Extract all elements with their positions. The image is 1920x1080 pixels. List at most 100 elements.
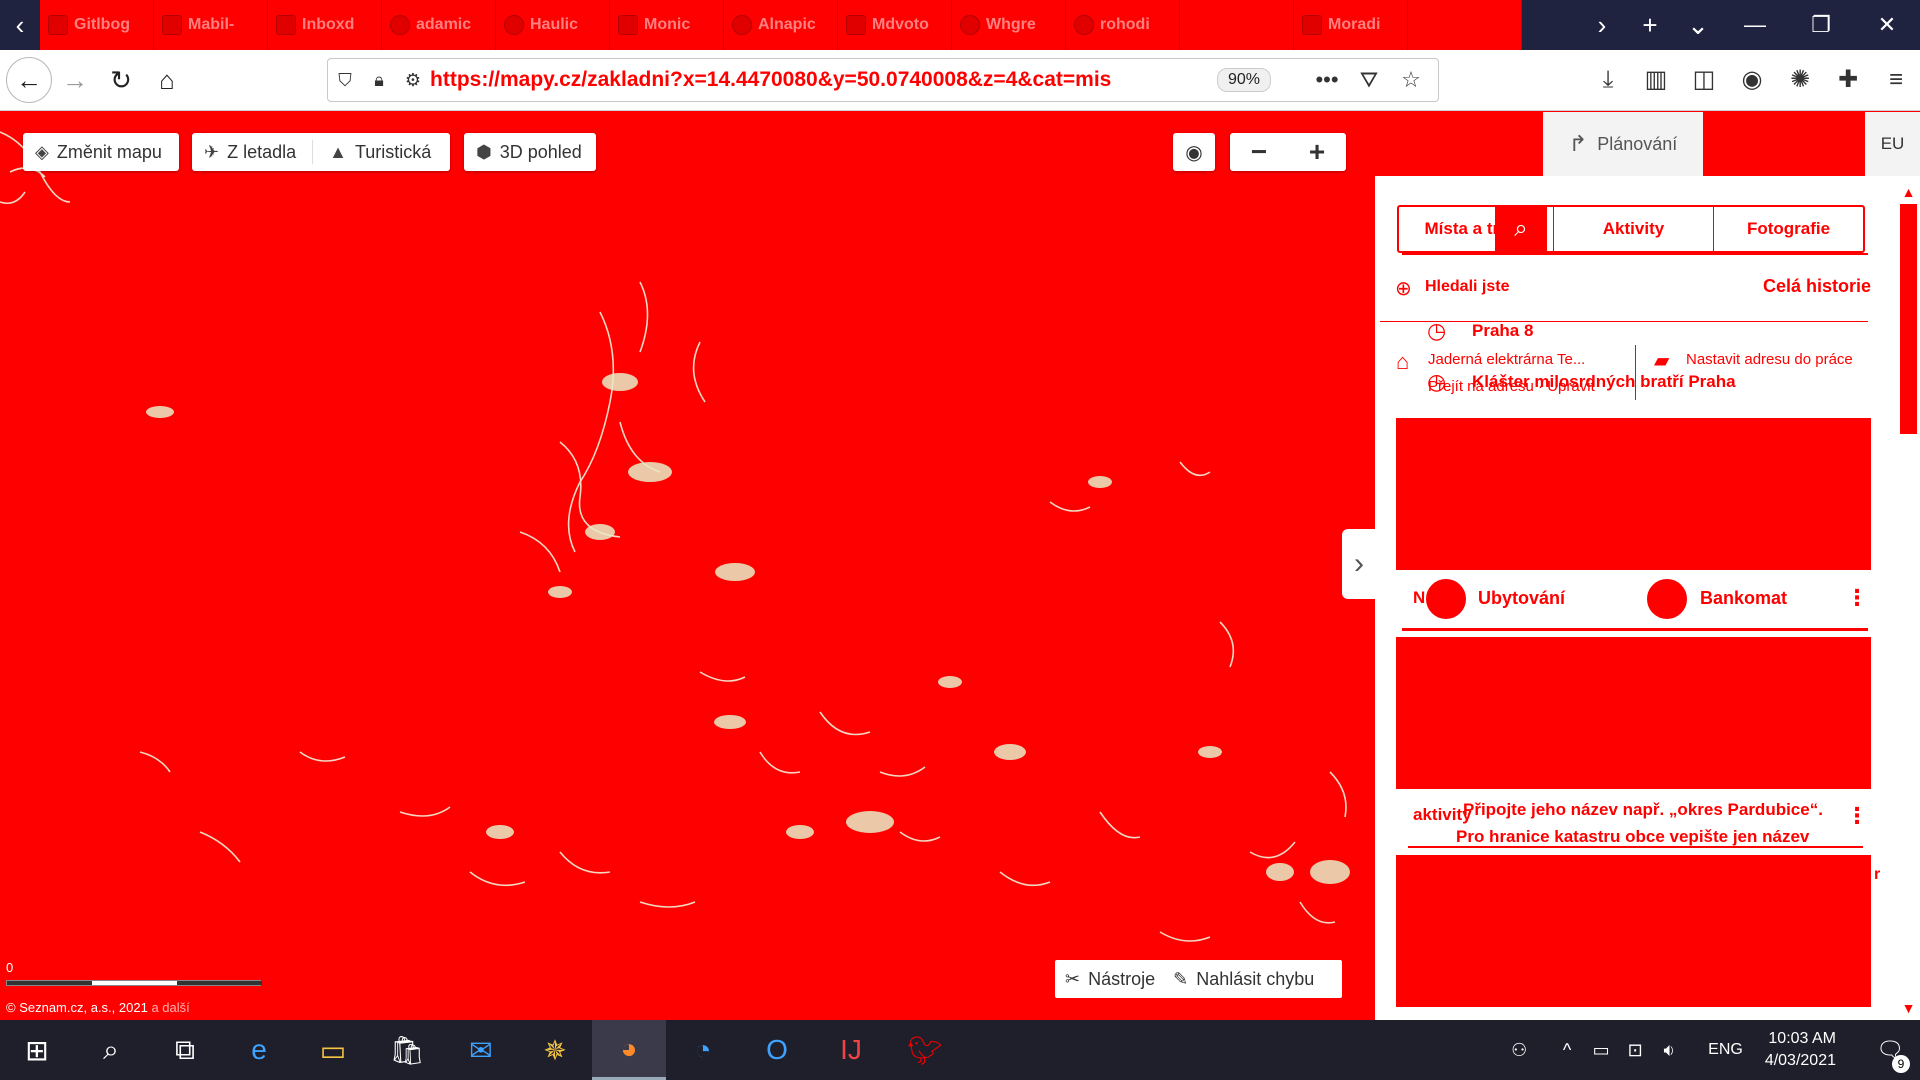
show-hidden-icons-chevron-icon[interactable]: ^ [1550,1040,1584,1061]
lock-icon[interactable]: 🔒︎ [362,70,396,91]
mountain-icon[interactable]: ▲ [329,142,347,163]
shield-icon[interactable]: ⛉ [328,70,362,91]
tab-photos[interactable]: Fotografie [1714,207,1863,251]
zoom-in-button[interactable]: + [1288,136,1346,168]
library-icon[interactable]: ▥ [1632,58,1680,102]
reload-icon[interactable]: ↻ [98,57,144,103]
windows-start-icon[interactable]: ⊞ [0,1020,74,1080]
tourist-map-button[interactable]: Turistická [355,142,443,163]
promo-card[interactable] [1396,418,1871,570]
browser-tab[interactable]: Mdvoto [838,0,952,50]
planning-button[interactable]: ↱ Plánování [1543,112,1703,176]
outlook-icon[interactable]: O [740,1020,814,1080]
menu-icon[interactable]: ≡ [1872,58,1920,102]
mail-icon[interactable]: ✉ [444,1020,518,1080]
forward-icon[interactable]: → [52,57,98,103]
browser-tab[interactable]: Monic [610,0,724,50]
volume-icon[interactable]: 🔉︎ [1652,1040,1686,1061]
set-work-address-link[interactable]: Nastavit adresu do práce [1686,351,1853,368]
language-button[interactable]: EU [1865,112,1920,176]
permissions-icon[interactable]: ⚙︎ [396,70,430,91]
url-text[interactable]: https://mapy.cz/zakladni?x=14.4470080&y=… [430,68,1205,92]
category-atm[interactable]: Bankomat [1700,588,1787,609]
browser-tab[interactable] [1408,0,1522,50]
browser-tab[interactable]: Alnapic [724,0,838,50]
3d-view-button[interactable]: ⬢ 3D pohled [464,133,596,171]
drag-handle-icon[interactable]: ⁞⁞ [1378,945,1386,963]
battery-icon[interactable]: ▭ [1584,1040,1618,1061]
browser-tab[interactable]: adamic [382,0,496,50]
account-icon[interactable]: ◉ [1728,58,1776,102]
extensions-puzzle-icon[interactable]: ✚ [1824,58,1872,102]
url-bar[interactable]: ⛉ 🔒︎ ⚙︎ https://mapy.cz/zakladni?x=14.44… [327,58,1439,102]
browser-tab[interactable] [1180,0,1294,50]
browser-tab[interactable]: Inboxd [268,0,382,50]
file-explorer-icon[interactable]: ▭ [296,1020,370,1080]
more-options-icon[interactable]: ⋮ [1846,585,1868,611]
pocket-icon[interactable]: ⛛ [1348,67,1390,93]
aerial-map-button[interactable]: Z letadla [227,142,308,163]
accommodation-icon[interactable] [1424,577,1468,621]
atm-icon[interactable] [1645,577,1689,621]
firefox-icon[interactable]: ◕ [592,1020,666,1080]
briefcase-icon[interactable]: ▰ [1654,348,1669,373]
drag-handle-icon[interactable]: ⁞⁞ [1378,507,1386,525]
category-accommodation[interactable]: Ubytování [1478,588,1565,609]
browser-tab[interactable]: Mabil- [154,0,268,50]
home-address-label[interactable]: Jaderná elektrárna Te... [1428,351,1585,368]
recent-search-item[interactable]: Praha 8 [1472,321,1533,341]
network-icon[interactable]: ⊡ [1618,1040,1652,1061]
tools-button[interactable]: ✂ Nástroje [1065,969,1155,990]
bookmark-star-icon[interactable]: ☆ [1390,67,1432,93]
airplane-icon[interactable]: ✈ [204,142,219,163]
back-icon[interactable]: ← [6,57,52,103]
scroll-down-icon[interactable]: ▼ [1897,1000,1920,1016]
zoom-level-badge[interactable]: 90% [1217,68,1272,92]
browser-tab[interactable]: Haulic [496,0,610,50]
zoom-out-button[interactable]: − [1230,136,1288,168]
task-view-icon[interactable]: ⧉ [148,1020,222,1080]
change-map-button[interactable]: ◈ Změnit mapu [23,133,179,171]
recent-search-item[interactable]: Klášter milosrdných bratří Praha [1472,372,1736,392]
scrollbar-thumb[interactable] [1900,204,1917,434]
restore-icon[interactable]: ❐ [1788,0,1854,50]
sidebar-icon[interactable]: ◫ [1680,58,1728,102]
tab-scroll-left-icon[interactable]: ‹ [0,0,40,50]
promo-card[interactable] [1396,855,1871,1007]
promo-card[interactable] [1396,637,1871,789]
people-icon[interactable]: ⚇ [1502,1040,1536,1061]
compass-app-icon[interactable]: ✵ [518,1020,592,1080]
browser-tab[interactable]: Moradi [1294,0,1408,50]
page-actions-icon[interactable]: ••• [1306,67,1348,93]
map-canvas[interactable]: ◈ Změnit mapu ✈ Z letadla ▲ Turistická ⬢… [0,112,1375,1020]
panel-scrollbar[interactable]: ▲ ▼ [1897,180,1920,1020]
blue-app-icon[interactable]: ◔ [666,1020,740,1080]
home-icon[interactable]: ⌂ [144,57,190,103]
new-tab-icon[interactable]: + [1626,0,1674,50]
extension-icon[interactable]: ✺ [1776,58,1824,102]
search-button[interactable]: ⌕ [1495,205,1547,253]
red-bird-app-icon[interactable]: 🐦︎ [888,1020,962,1080]
search-icon[interactable]: ⌕ [74,1020,148,1080]
scroll-up-icon[interactable]: ▲ [1897,184,1920,200]
full-history-link[interactable]: Celá historie [1763,276,1871,297]
more-options-icon[interactable]: ⋮ [1846,803,1868,829]
my-location-button[interactable]: ◉ [1173,133,1215,171]
browser-tab[interactable]: Whgre [952,0,1066,50]
download-icon[interactable]: ⤓ [1584,58,1632,102]
collapse-panel-button[interactable]: › [1342,529,1375,599]
intellij-icon[interactable]: IJ [814,1020,888,1080]
clock[interactable]: 10:03 AM 4/03/2021 [1765,1028,1836,1072]
store-icon[interactable]: 🛍︎ [370,1020,444,1080]
browser-tab[interactable]: rohodi [1066,0,1180,50]
tab-list-chevron-icon[interactable]: ⌄ [1674,0,1722,50]
tab-activities[interactable]: Aktivity [1554,207,1714,251]
input-language[interactable]: ENG [1708,1041,1743,1059]
minimize-icon[interactable]: — [1722,0,1788,50]
tab-scroll-right-icon[interactable]: › [1578,0,1626,50]
action-center-icon[interactable]: 🗨︎ 9 [1860,1037,1920,1073]
report-error-button[interactable]: ✎ Nahlásit chybu [1173,969,1314,990]
close-icon[interactable]: ✕ [1854,0,1920,50]
browser-tab[interactable]: Gitlbog [40,0,154,50]
edge-icon[interactable]: e [222,1020,296,1080]
